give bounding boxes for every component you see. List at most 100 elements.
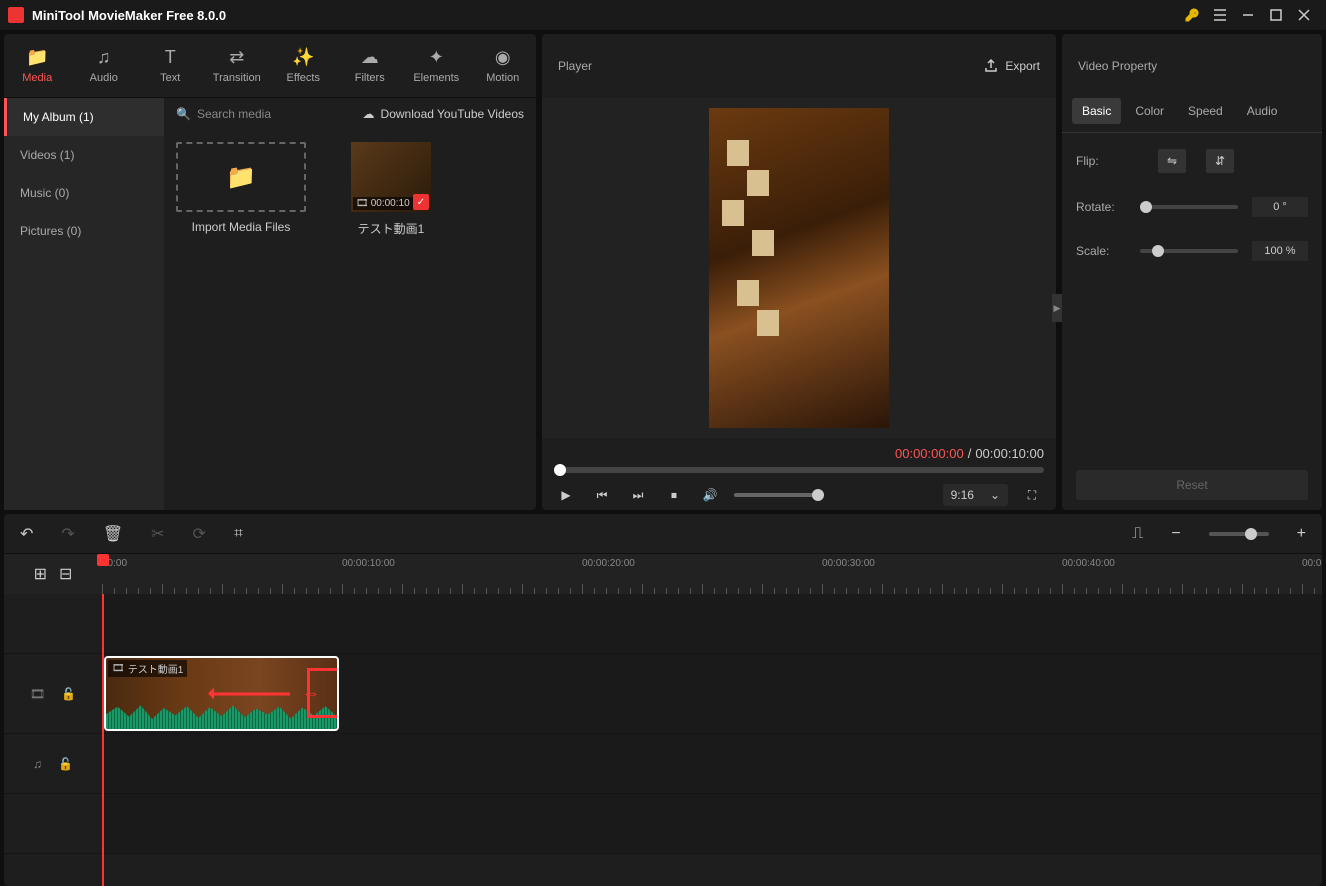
nav-tab-audio[interactable]: ♫Audio — [71, 34, 138, 97]
video-track-icon: 🎞 — [30, 687, 45, 701]
text-icon: T — [165, 47, 176, 68]
property-tabs: BasicColorSpeedAudio — [1062, 98, 1322, 133]
audio-track: ♫ 🔓 — [4, 734, 1322, 794]
zoom-out-button[interactable]: − — [1171, 525, 1180, 543]
scale-value[interactable]: 100 % — [1252, 241, 1308, 261]
prop-tab-color[interactable]: Color — [1125, 98, 1174, 124]
sidebar-item[interactable]: Music (0) — [4, 174, 164, 212]
cloud-download-icon: ☁ — [363, 107, 375, 121]
fullscreen-button[interactable]: ⛶ — [1020, 483, 1044, 507]
audio-icon: ♫ — [97, 47, 111, 68]
flip-horizontal-button[interactable]: ⇋ — [1158, 149, 1186, 173]
prev-frame-button[interactable]: ⏮ — [590, 483, 614, 507]
music-track-icon: ♫ — [33, 757, 42, 771]
remove-track-icon[interactable]: ⊟ — [59, 564, 72, 584]
sidebar-item[interactable]: My Album (1) — [4, 98, 164, 136]
video-preview — [709, 108, 889, 428]
title-bar: MiniTool MovieMaker Free 8.0.0 — [0, 0, 1326, 30]
undo-button[interactable]: ↶ — [20, 524, 33, 544]
minimize-button[interactable] — [1234, 1, 1262, 29]
reset-button[interactable]: Reset — [1076, 470, 1308, 500]
player-title: Player — [558, 59, 983, 73]
lock-icon[interactable]: 🔓 — [58, 757, 73, 771]
transition-icon: ⇄ — [229, 47, 244, 68]
flip-vertical-button[interactable]: ⇵ — [1206, 149, 1234, 173]
app-logo-icon — [8, 7, 24, 23]
film-icon: 🎞 — [356, 198, 369, 209]
motion-icon: ◉ — [495, 47, 511, 68]
playhead[interactable] — [102, 594, 104, 886]
next-frame-button[interactable]: ⏭ — [626, 483, 650, 507]
nav-tab-motion[interactable]: ◉Motion — [470, 34, 537, 97]
redo-button[interactable]: ↷ — [61, 524, 74, 544]
timeline-ruler[interactable]: 00:0000:00:10:0000:00:20:0000:00:30:0000… — [102, 554, 1322, 594]
audio-waveform — [106, 704, 337, 729]
maximize-button[interactable] — [1262, 1, 1290, 29]
menu-icon[interactable] — [1206, 1, 1234, 29]
speed-button[interactable]: ⟳ — [193, 524, 206, 544]
add-track-icon[interactable]: ⊞ — [34, 564, 47, 584]
total-time: 00:00:10:00 — [975, 446, 1044, 461]
scale-slider[interactable] — [1140, 249, 1238, 253]
nav-tab-media[interactable]: 📁Media — [4, 34, 71, 97]
rotate-value[interactable]: 0 ° — [1252, 197, 1308, 217]
folder-icon: 📁 — [226, 163, 256, 192]
prop-tab-speed[interactable]: Speed — [1178, 98, 1233, 124]
sidebar-item[interactable]: Pictures (0) — [4, 212, 164, 250]
stop-button[interactable]: ⏹ — [662, 483, 686, 507]
filters-icon: ☁ — [361, 47, 379, 68]
nav-tab-effects[interactable]: ✨Effects — [270, 34, 337, 97]
trim-handle-annotation — [307, 668, 339, 718]
properties-panel: ▶ Video Property BasicColorSpeedAudio Fl… — [1062, 34, 1322, 510]
extra-track — [4, 794, 1322, 854]
app-title: MiniTool MovieMaker Free 8.0.0 — [32, 8, 1178, 23]
search-media-input[interactable]: 🔍 Search media — [176, 107, 351, 121]
timeline-panel: ↶ ↷ 🗑 ✂ ⟳ ⌗ ⎍ − + ⊞ ⊟ 00:0000:00:10:0000… — [4, 514, 1322, 886]
prop-tab-audio[interactable]: Audio — [1237, 98, 1288, 124]
aspect-ratio-select[interactable]: 9:16 ⌄ — [943, 484, 1008, 506]
snap-icon[interactable]: ⎍ — [1132, 525, 1143, 543]
lock-icon[interactable]: 🔓 — [61, 687, 76, 701]
nav-tab-elements[interactable]: ✦Elements — [403, 34, 470, 97]
overlay-track — [4, 594, 1322, 654]
search-icon: 🔍 — [176, 107, 191, 121]
media-panel: 📁Media♫AudioTText⇄Transition✨Effects☁Fil… — [4, 34, 536, 510]
player-panel: Player Export 00:00:00:00 / 00:00:10:00 … — [542, 34, 1056, 510]
added-check-icon: ✓ — [413, 194, 429, 210]
sidebar-item[interactable]: Videos (1) — [4, 136, 164, 174]
close-button[interactable] — [1290, 1, 1318, 29]
chevron-down-icon: ⌄ — [990, 488, 1000, 502]
film-icon: 🎞 — [112, 663, 125, 674]
effects-icon: ✨ — [292, 47, 314, 68]
current-time: 00:00:00:00 — [895, 446, 964, 461]
album-sidebar: My Album (1)Videos (1)Music (0)Pictures … — [4, 98, 164, 510]
timeline-clip[interactable]: 🎞テスト動画1 — [104, 656, 339, 731]
split-button[interactable]: ✂ — [151, 524, 164, 544]
media-tabs: 📁Media♫AudioTText⇄Transition✨Effects☁Fil… — [4, 34, 536, 98]
video-track: 🎞 🔓 🎞テスト動画1 — [4, 654, 1322, 734]
upgrade-key-icon[interactable] — [1178, 1, 1206, 29]
properties-title: Video Property — [1062, 34, 1322, 98]
rotate-slider[interactable] — [1140, 205, 1238, 209]
zoom-slider[interactable] — [1209, 532, 1269, 536]
volume-icon[interactable]: 🔊 — [698, 483, 722, 507]
player-viewport[interactable] — [542, 98, 1056, 438]
crop-button[interactable]: ⌗ — [234, 525, 243, 543]
nav-tab-text[interactable]: TText — [137, 34, 204, 97]
export-button[interactable]: Export — [983, 58, 1040, 74]
delete-button[interactable]: 🗑 — [103, 524, 123, 544]
media-icon: 📁 — [26, 47, 48, 68]
import-media-button[interactable]: 📁 Import Media Files — [176, 142, 306, 234]
seek-bar[interactable] — [554, 467, 1044, 473]
nav-tab-transition[interactable]: ⇄Transition — [204, 34, 271, 97]
panel-collapse-button[interactable]: ▶ — [1052, 294, 1062, 322]
download-youtube-link[interactable]: ☁ Download YouTube Videos — [363, 107, 524, 121]
play-button[interactable]: ▶ — [554, 483, 578, 507]
trim-arrow-annotation — [210, 692, 290, 695]
media-clip-item[interactable]: 🎞00:00:10 ✓ テスト動画1 — [326, 142, 456, 237]
zoom-in-button[interactable]: + — [1297, 525, 1306, 543]
nav-tab-filters[interactable]: ☁Filters — [337, 34, 404, 97]
volume-slider[interactable] — [734, 493, 824, 497]
elements-icon: ✦ — [429, 47, 444, 68]
prop-tab-basic[interactable]: Basic — [1072, 98, 1121, 124]
